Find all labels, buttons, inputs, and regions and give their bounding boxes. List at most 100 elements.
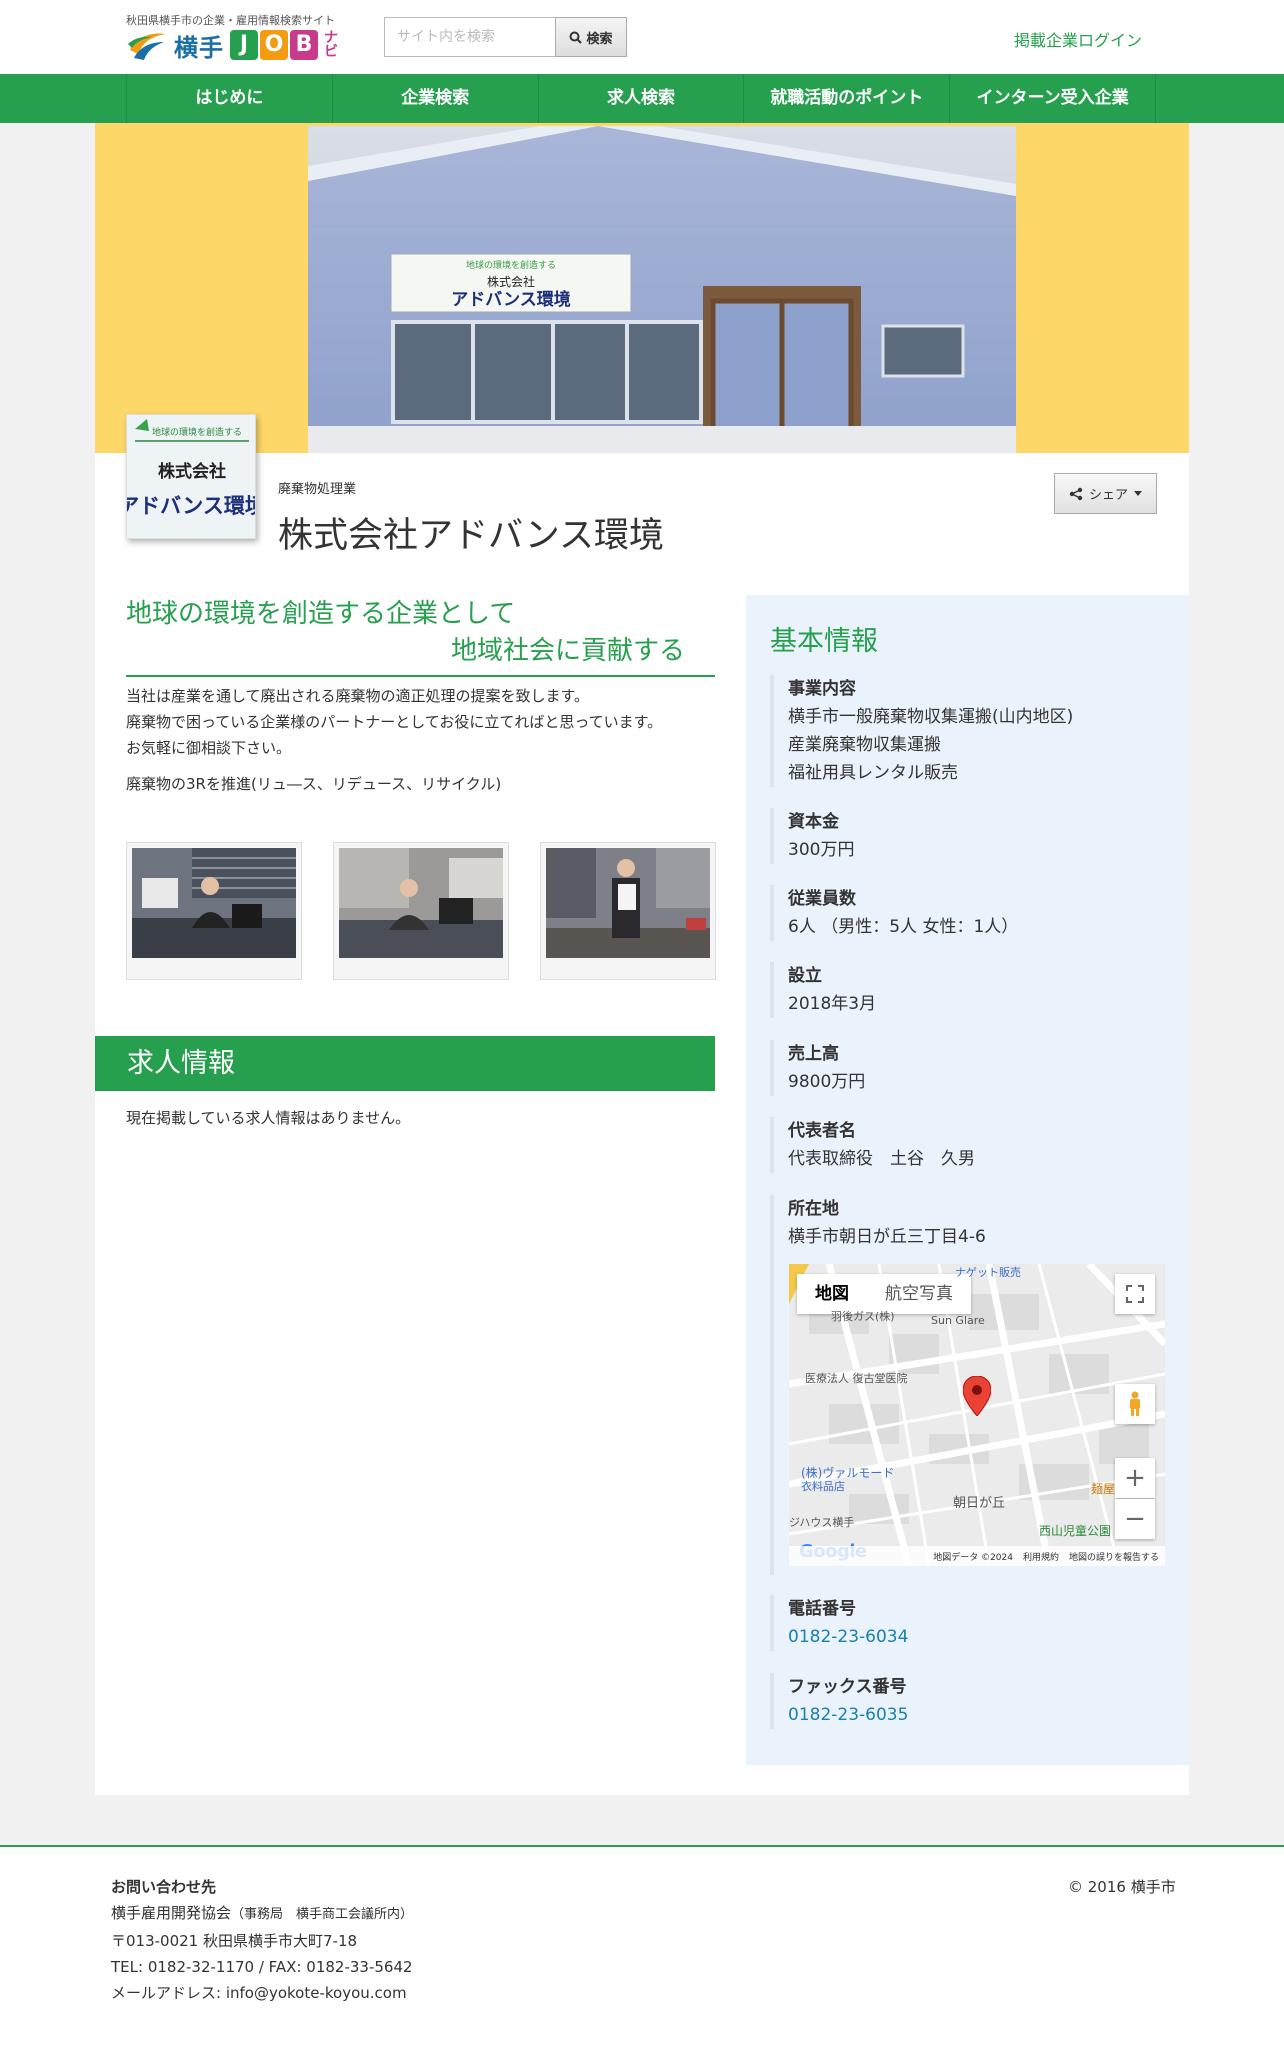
catch-line2: 地域社会に貢献する [450, 636, 685, 666]
sign-line2: アドバンス環境 [451, 289, 571, 310]
footer-email[interactable]: メールアドレス: info@yokote-koyou.com [111, 1980, 413, 2006]
logo-job: J O B [230, 30, 320, 60]
search-input[interactable] [384, 17, 556, 57]
fullscreen-button[interactable] [1115, 1274, 1155, 1314]
gallery-photo-2[interactable] [333, 842, 509, 980]
logo-tagline: 地球の環境を創造する [152, 426, 242, 438]
logo-line2: アドバンス環境 [127, 494, 256, 518]
map-data-credit: 地図データ ©2024 [933, 1552, 1013, 1563]
google-map[interactable]: 地図 航空写真 + − ナゲット販売 羽後ガス(株) Sun Glare 医療法… [789, 1264, 1165, 1566]
nav-item-internship[interactable]: インターン受入企業 [950, 74, 1156, 123]
share-button-label: シェア [1088, 488, 1128, 503]
map-footer: 地図データ ©2024 利用規約 地図の誤りを報告する [789, 1546, 1165, 1566]
jobs-empty-message: 現在掲載している求人情報はありません。 [126, 1109, 411, 1127]
company-logo: 地球の環境を創造する 株式会社 アドバンス環境 [126, 414, 256, 539]
info-label: 売上高 [788, 1044, 839, 1064]
company-industry: 廃棄物処理業 [278, 482, 357, 497]
logo-letter-b: B [290, 30, 318, 60]
copyright: © 2016 横手市 [1068, 1878, 1176, 1896]
company-description: 当社は産業を通して廃出される廃棄物の適正処理の提案を致します。 廃棄物で困ってい… [126, 683, 726, 797]
main-nav: はじめに 企業検索 求人検索 就職活動のポイント インターン受入企業 [0, 74, 1284, 123]
description-line: 廃棄物で困っている企業様のパートナーとしてお役に立てればと思っています。 [126, 713, 663, 731]
catch-copy: 地球の環境を創造する企業として 地域社会に貢献する [126, 593, 715, 677]
map-report-link[interactable]: 地図の誤りを報告する [1069, 1550, 1159, 1563]
basic-info-title: 基本情報 [770, 626, 878, 657]
info-label: 設立 [788, 966, 822, 986]
catch-line1: 地球の環境を創造する企業として [126, 599, 516, 629]
map-label: Sun Glare [931, 1314, 985, 1327]
map-label: ナゲット販売 [955, 1266, 1021, 1279]
swoosh-logo-icon [128, 33, 166, 60]
map-terms-link[interactable]: 利用規約 [1023, 1550, 1059, 1563]
footer-address: 〒013-0021 秋田県横手市大町7-18 [111, 1932, 358, 1950]
caret-down-icon [1134, 491, 1142, 496]
main-content: 地球の環境を創造する 株式会社 アドバンス環境 地球の環境を創造する 株式会社 [95, 123, 1189, 1795]
footer-contact: お問い合わせ先 横手雇用開発協会（事務局 横手商工会議所内） 〒013-0021… [111, 1874, 413, 2006]
nav-item-job-hunting-tips[interactable]: 就職活動のポイント [744, 74, 951, 123]
sign-line1: 株式会社 [487, 274, 535, 289]
street-view-pegman[interactable] [1115, 1384, 1155, 1424]
phone-link[interactable]: 0182-23-6034 [788, 1623, 1165, 1651]
site-logo[interactable]: 横手 J O B ナビ [126, 28, 340, 62]
gallery-photo-1[interactable] [126, 842, 302, 980]
info-value: 代表取締役 土谷 久男 [788, 1149, 975, 1169]
map-label: 朝日が丘 [953, 1496, 1006, 1511]
gallery-photo-3[interactable] [540, 842, 716, 980]
search-icon [569, 31, 583, 44]
company-name: 株式会社アドバンス環境 [278, 516, 665, 556]
fullscreen-icon [1126, 1285, 1144, 1303]
site-header: 秋田県横手市の企業・雇用情報検索サイト 横手 J O B ナビ 検索 掲載企業ロ… [0, 0, 1284, 74]
map-label: 羽後ガス(株) [831, 1310, 895, 1323]
zoom-in-button[interactable]: + [1115, 1458, 1155, 1498]
search-button-label: 検索 [586, 31, 613, 47]
search-button[interactable]: 検索 [555, 17, 627, 57]
nav-item-job-search[interactable]: 求人検索 [539, 74, 745, 123]
info-business: 事業内容 横手市一般廃棄物収集運搬(山内地区) 産業廃棄物収集運搬 福祉用具レン… [770, 675, 1165, 787]
description-line: 当社は産業を通して廃出される廃棄物の適正処理の提案を致します。 [126, 687, 590, 705]
plus-icon: + [1124, 1463, 1146, 1493]
company-login-link[interactable]: 掲載企業ログイン [1014, 27, 1142, 51]
info-fax: ファックス番号 0182-23-6035 [770, 1673, 1165, 1729]
nav-item-intro[interactable]: はじめに [127, 74, 333, 123]
info-representative: 代表者名 代表取締役 土谷 久男 [770, 1117, 1165, 1173]
zoom-out-button[interactable]: − [1115, 1499, 1155, 1539]
nav-item-company-search[interactable]: 企業検索 [333, 74, 539, 123]
hero-photo: 地球の環境を創造する 株式会社 アドバンス環境 [308, 126, 1016, 453]
location-marker-icon[interactable] [963, 1376, 991, 1416]
fax-link[interactable]: 0182-23-6035 [788, 1701, 1165, 1729]
pegman-icon [1130, 1391, 1140, 1416]
info-label: 電話番号 [788, 1599, 856, 1619]
info-founded: 設立 2018年3月 [770, 962, 1165, 1018]
map-label: ジハウス横手 [789, 1516, 855, 1529]
info-sales: 売上高 9800万円 [770, 1040, 1165, 1096]
info-value: 福祉用具レンタル販売 [788, 763, 958, 783]
jobs-heading: 求人情報 [95, 1036, 715, 1091]
info-label: 代表者名 [788, 1121, 856, 1141]
info-value: 産業廃棄物収集運搬 [788, 735, 941, 755]
info-label: ファックス番号 [788, 1677, 907, 1697]
footer-org: 横手雇用開発協会（事務局 横手商工会議所内） [111, 1904, 414, 1922]
info-label: 所在地 [788, 1199, 839, 1219]
description-line: お気軽に御相談下さい。 [126, 739, 292, 757]
logo-text: 横手 [174, 33, 224, 62]
map-label: 医療法人 復古堂医院 [805, 1372, 908, 1385]
info-value: 6人 （男性：5人 女性：1人） [788, 917, 1019, 937]
share-button[interactable]: シェア [1054, 473, 1157, 514]
logo-letter-o: O [260, 30, 288, 60]
info-label: 事業内容 [788, 679, 856, 699]
info-employees: 従業員数 6人 （男性：5人 女性：1人） [770, 885, 1165, 941]
info-capital: 資本金 300万円 [770, 808, 1165, 864]
site-tagline: 秋田県横手市の企業・雇用情報検索サイト [126, 14, 335, 27]
map-label: 麺屋 [1091, 1482, 1116, 1496]
logo-letter-j: J [230, 30, 258, 60]
info-value: 2018年3月 [788, 994, 877, 1014]
info-label: 従業員数 [788, 889, 856, 909]
logo-navi: ナビ [324, 30, 338, 60]
hero-banner: 地球の環境を創造する 株式会社 アドバンス環境 [95, 123, 1189, 453]
basic-info-panel: 基本情報 事業内容 横手市一般廃棄物収集運搬(山内地区) 産業廃棄物収集運搬 福… [746, 595, 1189, 1765]
info-phone: 電話番号 0182-23-6034 [770, 1595, 1165, 1651]
info-value: 横手市朝日が丘三丁目4-6 [788, 1227, 986, 1247]
info-label: 資本金 [788, 812, 839, 832]
info-value: 300万円 [788, 840, 855, 860]
description-3r: 廃棄物の3Rを推進(リュ―ス、リデュース、リサイクル) [126, 775, 502, 793]
